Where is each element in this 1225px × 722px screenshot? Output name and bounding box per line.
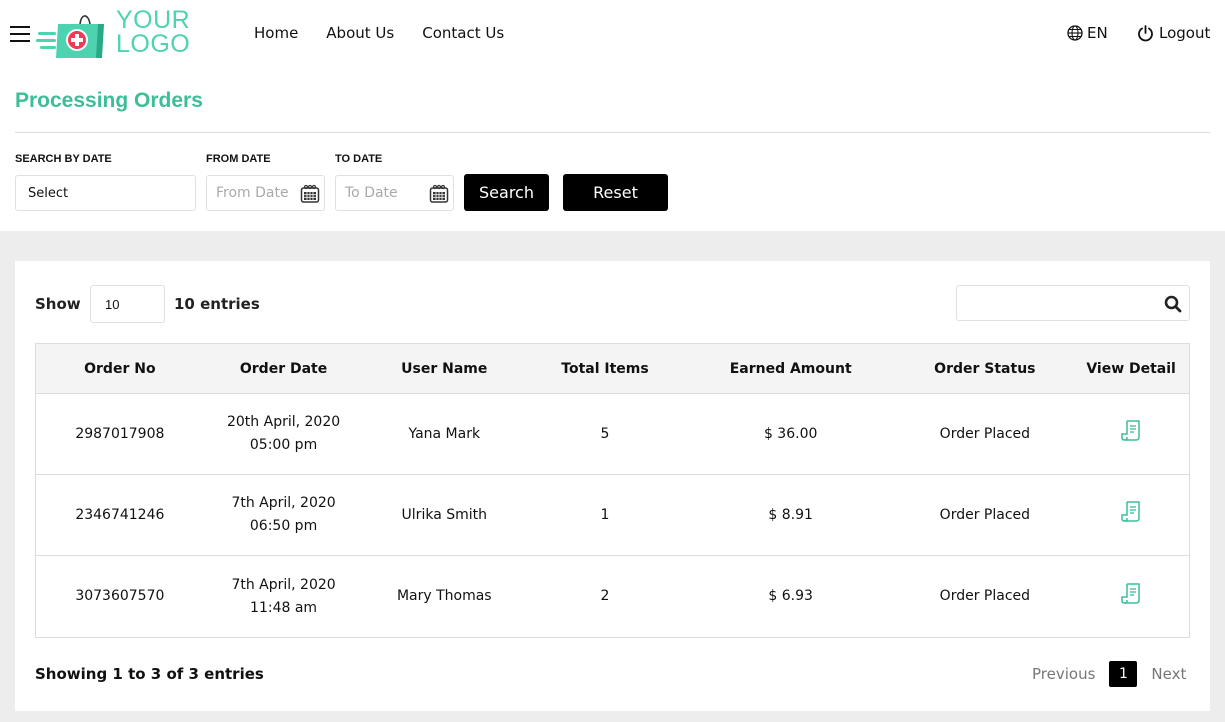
calendar-icon[interactable]: [429, 184, 449, 204]
view-detail-cell: [1073, 556, 1189, 637]
from-date-label: FROM DATE: [206, 153, 271, 165]
order-status: Order Placed: [939, 506, 1031, 523]
show-label: Show: [35, 295, 81, 313]
col-view-detail: View Detail: [1086, 360, 1176, 377]
order-date-time: 05:00 pm: [249, 437, 318, 453]
receipt-icon[interactable]: [1120, 419, 1142, 443]
page-1-button[interactable]: 1: [1109, 661, 1138, 687]
user-name: Mary Thomas: [396, 588, 492, 604]
order-no: 3073607570: [75, 588, 165, 604]
language-label: EN: [1087, 24, 1108, 42]
logo-line2: LOGO: [116, 30, 191, 58]
nav-home[interactable]: Home: [254, 24, 298, 42]
receipt-icon[interactable]: [1120, 582, 1142, 606]
table-row: 2346741246 7th April, 2020 06:50 pm Ulri…: [36, 475, 1189, 556]
showing-entries-info: Showing 1 to 3 of 3 entries: [35, 665, 264, 683]
language-selector[interactable]: EN: [1067, 24, 1108, 42]
entries-label: 10 entries: [174, 295, 260, 313]
total-items: 5: [600, 425, 610, 442]
order-status: Order Placed: [939, 588, 1031, 604]
search-by-date-value: Select: [28, 185, 69, 201]
earned-amount: $ 8.91: [768, 506, 813, 523]
total-items: 2: [600, 588, 610, 604]
pagination: Previous 1 Next: [1032, 661, 1186, 687]
reset-button[interactable]: Reset: [563, 174, 668, 211]
title-divider: [15, 132, 1210, 133]
order-date: 7th April, 2020 11:48 am: [204, 556, 364, 637]
page-size-select[interactable]: 10: [90, 285, 165, 323]
from-date-input[interactable]: From Date: [206, 175, 325, 211]
previous-page-button[interactable]: Previous: [1032, 665, 1095, 683]
main-nav: Home About Us Contact Us: [254, 24, 504, 42]
col-earned-amount[interactable]: Earned Amount: [685, 344, 897, 393]
logout-label: Logout: [1159, 24, 1211, 42]
total-items: 1: [600, 506, 610, 523]
search-button[interactable]: Search: [464, 174, 549, 211]
search-by-date-select[interactable]: Select: [15, 175, 196, 211]
table-search-input[interactable]: [956, 285, 1190, 321]
logo-line1: YOUR: [116, 6, 191, 34]
col-total-items[interactable]: Total Items: [525, 344, 685, 393]
next-page-button[interactable]: Next: [1151, 665, 1186, 683]
search-icon[interactable]: [1163, 294, 1183, 314]
top-navbar: YOUR LOGO Home About Us Contact Us EN Lo…: [0, 0, 1225, 70]
globe-icon: [1067, 25, 1083, 41]
logo-text: YOUR LOGO: [116, 6, 191, 58]
order-date: 20th April, 2020 05:00 pm: [204, 394, 364, 474]
orders-table: Order No Order Date User Name Total Item…: [35, 343, 1190, 638]
col-order-no[interactable]: Order No: [36, 344, 204, 393]
nav-about-us[interactable]: About Us: [326, 24, 394, 42]
order-date-time: 06:50 pm: [249, 518, 318, 534]
search-by-date-label: SEARCH BY DATE: [15, 153, 112, 165]
calendar-icon[interactable]: [300, 184, 320, 204]
table-row: 3073607570 7th April, 2020 11:48 am Mary…: [36, 556, 1189, 637]
nav-contact-us[interactable]: Contact Us: [422, 24, 504, 42]
to-date-input[interactable]: To Date: [335, 175, 454, 211]
logo[interactable]: YOUR LOGO: [36, 6, 196, 62]
from-date-placeholder: From Date: [216, 185, 289, 201]
page-title: Processing Orders: [15, 89, 203, 112]
order-date-day: 7th April, 2020: [231, 495, 336, 511]
filter-section: Processing Orders SEARCH BY DATE Select …: [0, 70, 1225, 231]
col-order-date[interactable]: Order Date: [204, 344, 364, 393]
view-detail-cell: [1073, 394, 1189, 474]
earned-amount: $ 6.93: [768, 588, 813, 604]
order-date: 7th April, 2020 06:50 pm: [204, 475, 364, 555]
table-row: 2987017908 20th April, 2020 05:00 pm Yan…: [36, 394, 1189, 475]
order-date-day: 7th April, 2020: [231, 576, 336, 593]
user-name: Yana Mark: [408, 425, 481, 442]
table-header: Order No Order Date User Name Total Item…: [36, 344, 1189, 394]
col-order-status[interactable]: Order Status: [897, 344, 1074, 393]
order-date-day: 20th April, 2020: [226, 414, 341, 430]
order-date-time: 11:48 am: [250, 599, 318, 616]
order-no: 2346741246: [75, 506, 165, 523]
user-name: Ulrika Smith: [401, 506, 487, 523]
earned-amount: $ 36.00: [763, 425, 818, 442]
logout-button[interactable]: Logout: [1137, 24, 1210, 42]
orders-card: Show 10 10 entries Order No Order Date U…: [15, 261, 1210, 711]
page-size-value: 10: [105, 296, 120, 312]
to-date-placeholder: To Date: [345, 185, 398, 201]
order-status: Order Placed: [939, 425, 1031, 442]
receipt-icon[interactable]: [1120, 500, 1142, 524]
medical-bag-logo-icon: [36, 15, 104, 58]
menu-toggle-icon[interactable]: [10, 26, 30, 43]
view-detail-cell: [1073, 475, 1189, 555]
order-no: 2987017908: [75, 425, 165, 442]
col-user-name[interactable]: User Name: [363, 344, 525, 393]
power-icon: [1138, 24, 1153, 41]
to-date-label: TO DATE: [335, 153, 383, 165]
